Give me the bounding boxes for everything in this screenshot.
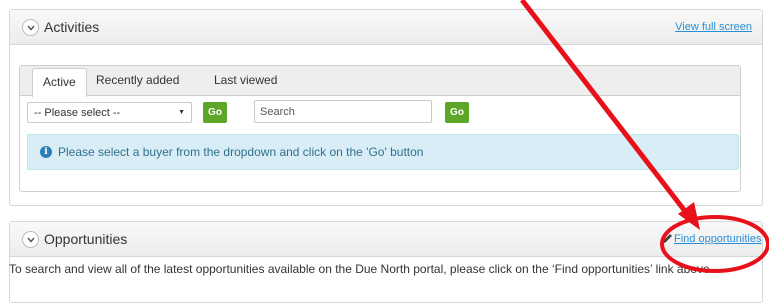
opportunities-header: Opportunities [10, 222, 762, 257]
info-alert: i Please select a buyer from the dropdow… [27, 134, 739, 170]
activities-header: Activities View full screen [10, 10, 762, 45]
tab-last-viewed[interactable]: Last viewed [204, 66, 287, 95]
tab-strip: Active Recently added Last viewed [20, 66, 740, 98]
go-button-buyer[interactable]: Go [203, 102, 227, 123]
tab-recently-added[interactable]: Recently added [86, 66, 189, 95]
chevron-down-icon[interactable] [22, 19, 39, 36]
activities-tabs-box: Active Recently added Last viewed [19, 65, 741, 192]
go-button-search[interactable]: Go [445, 102, 469, 123]
pencil-icon [663, 234, 672, 243]
chevron-down-icon[interactable] [22, 231, 39, 248]
buyer-select[interactable]: -- Please select -- ▼ [27, 102, 192, 123]
tab-active[interactable]: Active [32, 68, 87, 98]
opportunities-description: To search and view all of the latest opp… [9, 262, 710, 276]
info-alert-text: Please select a buyer from the dropdown … [58, 145, 424, 159]
opportunities-title: Opportunities [44, 231, 128, 247]
info-icon: i [40, 146, 52, 158]
view-full-screen-link[interactable]: View full screen [675, 21, 752, 33]
dropdown-arrow-icon: ▼ [178, 109, 185, 116]
search-input[interactable]: Search [254, 100, 432, 123]
activities-title: Activities [44, 19, 100, 35]
buyer-select-value: -- Please select -- [34, 107, 121, 119]
find-opportunities-link[interactable]: Find opportunities [674, 233, 761, 245]
